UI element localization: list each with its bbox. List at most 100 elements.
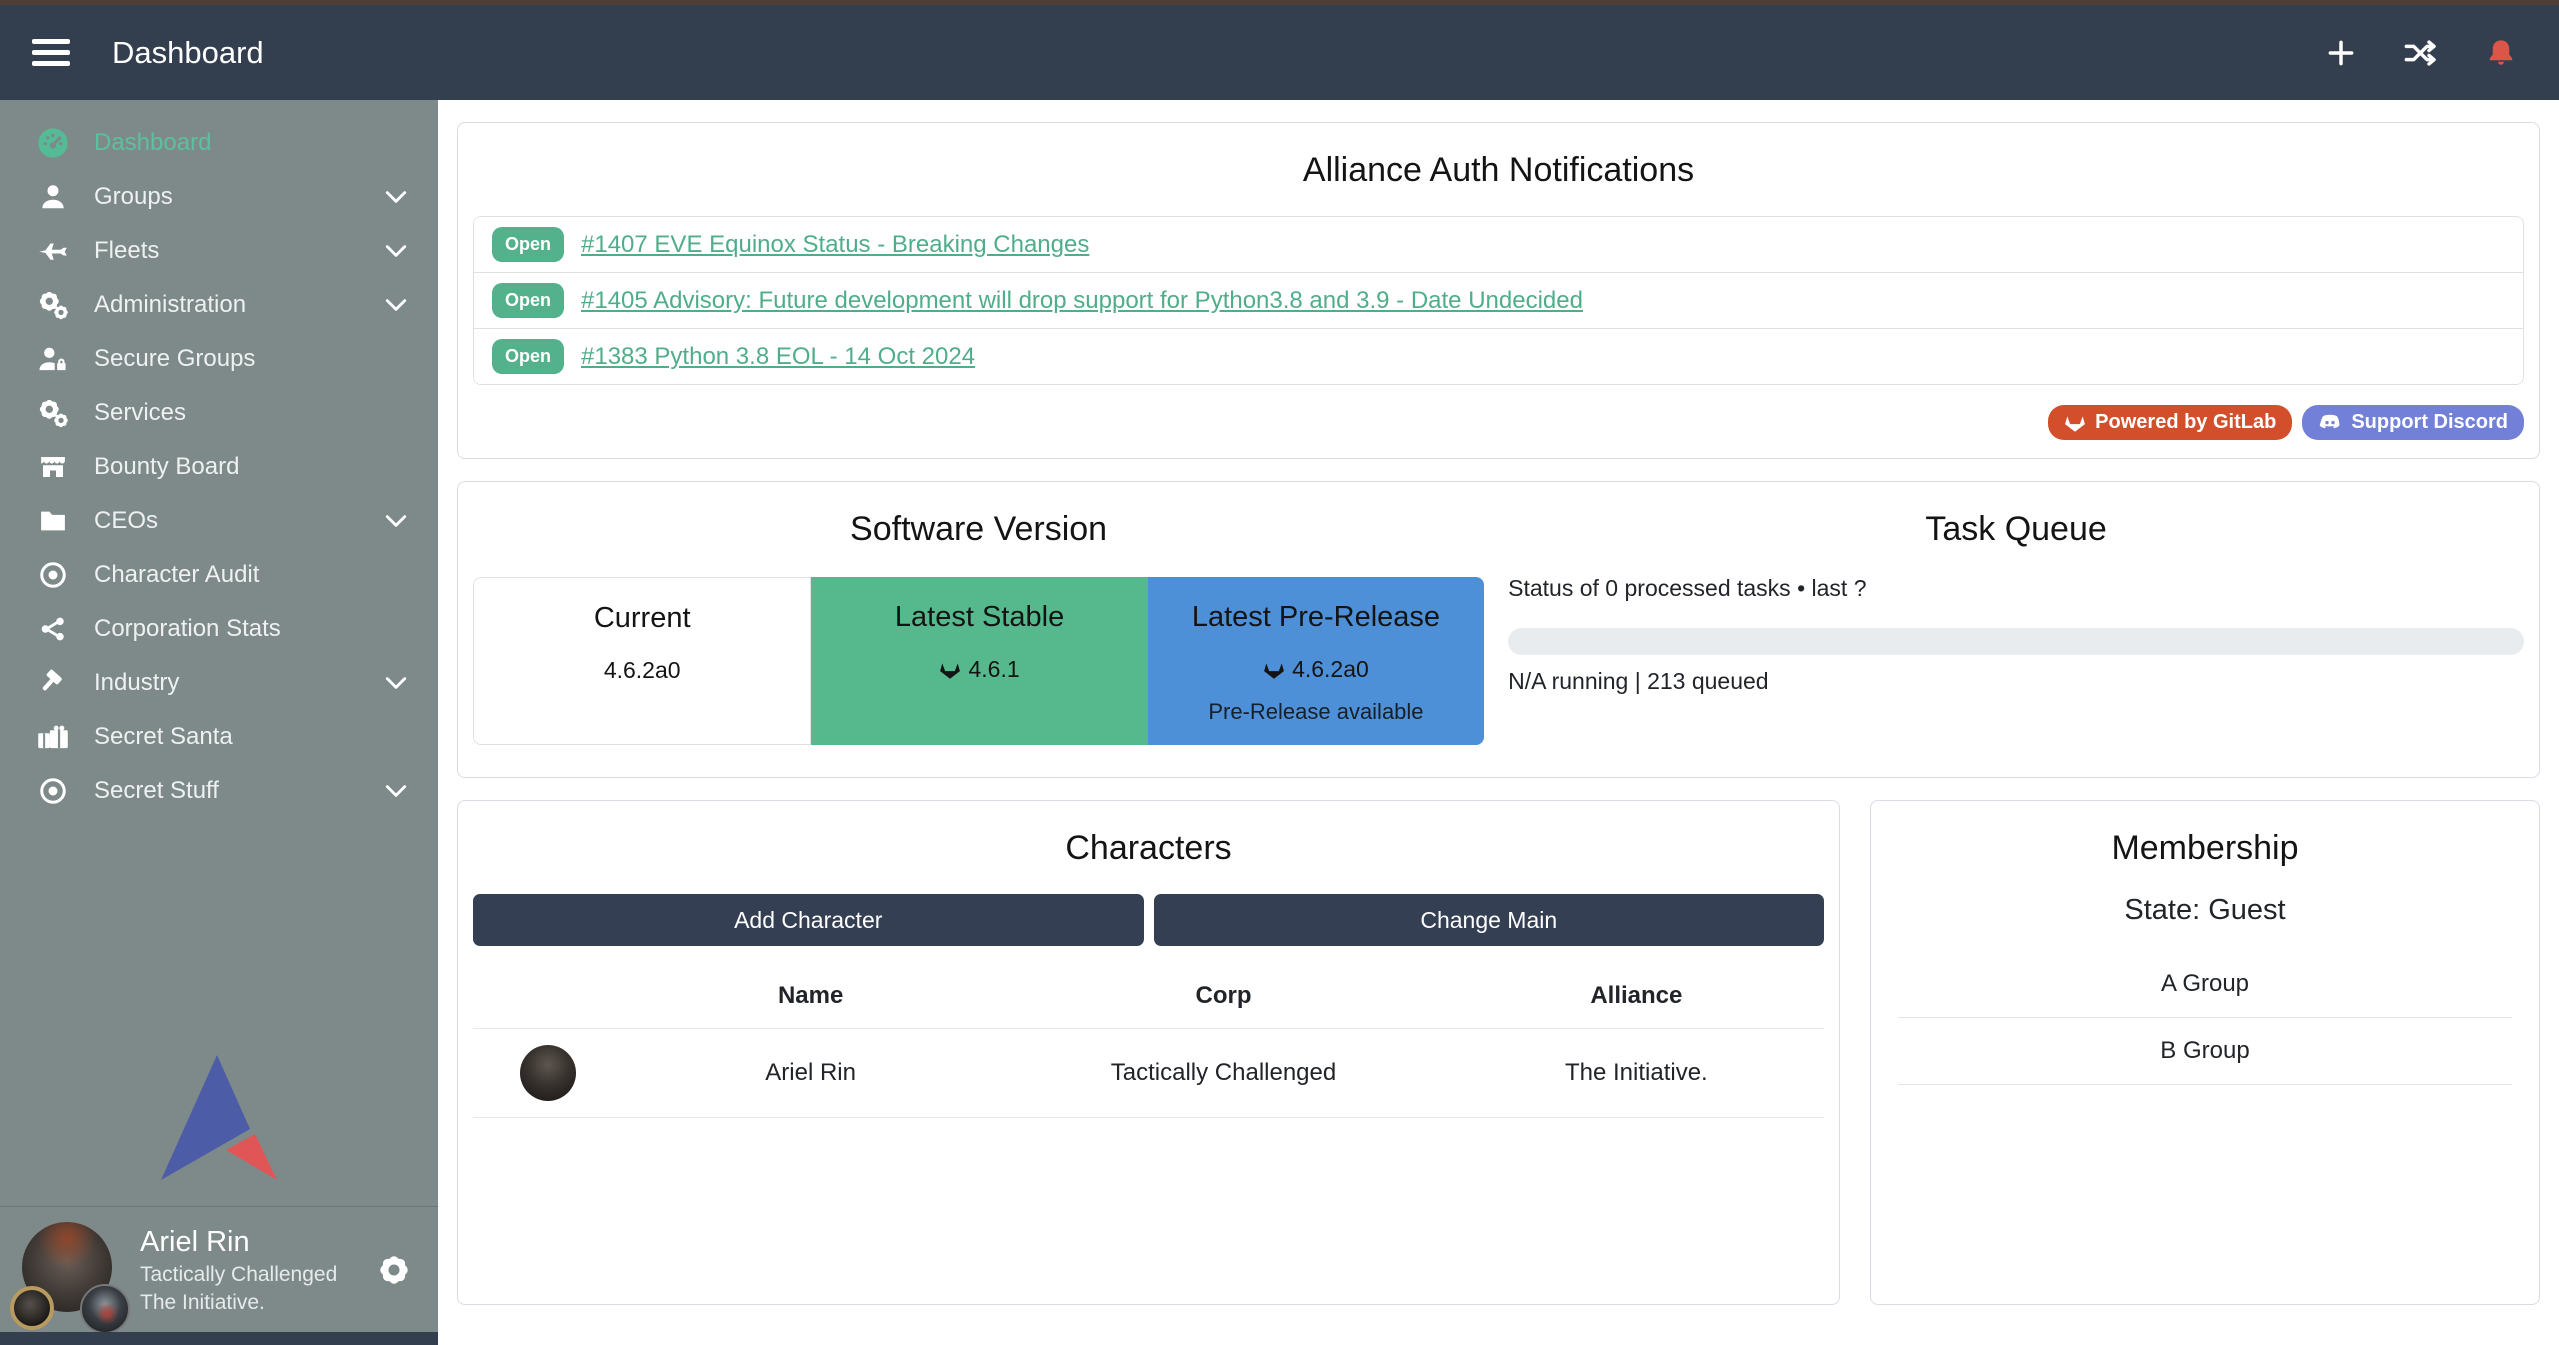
- notifications-bell-icon[interactable]: [2485, 37, 2517, 69]
- add-plus-icon[interactable]: [2325, 37, 2357, 69]
- chevron-down-icon: [384, 782, 408, 800]
- task-queue-progressbar: [1508, 628, 2524, 655]
- sidebar: Dashboard Groups Fleets: [0, 100, 438, 1345]
- character-corp: Tactically Challenged: [998, 1059, 1448, 1087]
- gitlab-icon: [939, 660, 961, 680]
- version-taskqueue-panel: Software Version Current 4.6.2a0 Latest …: [457, 481, 2540, 778]
- sidebar-item-fleets[interactable]: Fleets: [0, 224, 438, 278]
- main-content: Alliance Auth Notifications Open #1407 E…: [438, 100, 2559, 1345]
- gifts-icon: [30, 722, 76, 752]
- sidebar-item-administration[interactable]: Administration: [0, 278, 438, 332]
- chevron-down-icon: [384, 512, 408, 530]
- sidebar-item-industry[interactable]: Industry: [0, 656, 438, 710]
- sidebar-item-label: Secret Santa: [94, 723, 233, 751]
- support-discord-badge[interactable]: Support Discord: [2302, 405, 2524, 440]
- user-corp: Tactically Challenged: [140, 1261, 337, 1289]
- eye-icon: [30, 560, 76, 590]
- menu-hamburger-icon[interactable]: [32, 33, 70, 72]
- gitlab-icon: [1263, 660, 1285, 680]
- sidebar-item-bounty-board[interactable]: Bounty Board: [0, 440, 438, 494]
- col-header-name: Name: [623, 982, 998, 1010]
- sidebar-item-label: Bounty Board: [94, 453, 239, 481]
- sidebar-item-character-audit[interactable]: Character Audit: [0, 548, 438, 602]
- sidebar-item-label: Industry: [94, 669, 179, 697]
- software-version-title: Software Version: [473, 510, 1484, 549]
- sidebar-item-label: Administration: [94, 291, 246, 319]
- task-queue-section: Task Queue Status of 0 processed tasks •…: [1484, 510, 2524, 745]
- shuffle-icon[interactable]: [2403, 37, 2439, 69]
- user-panel: Ariel Rin Tactically Challenged The Init…: [0, 1207, 438, 1332]
- version-cell-latest-prerelease: Latest Pre-Release 4.6.2a0 Pre-Release a…: [1148, 577, 1484, 745]
- version-cell-latest-stable: Latest Stable 4.6.1: [811, 577, 1147, 745]
- settings-gear-icon[interactable]: [376, 1252, 412, 1288]
- sidebar-item-services[interactable]: Services: [0, 386, 438, 440]
- notification-row: Open #1407 EVE Equinox Status - Breaking…: [474, 217, 2523, 272]
- user-icon: [30, 182, 76, 212]
- sidebar-item-label: CEOs: [94, 507, 158, 535]
- character-name: Ariel Rin: [623, 1059, 998, 1087]
- task-queue-title: Task Queue: [1508, 510, 2524, 549]
- characters-title: Characters: [473, 829, 1824, 868]
- sidebar-item-ceos[interactable]: CEOs: [0, 494, 438, 548]
- characters-table: Name Corp Alliance Ariel Rin Tactically …: [473, 968, 1824, 1118]
- gears-icon: [30, 397, 76, 429]
- character-alliance: The Initiative.: [1449, 1059, 1824, 1087]
- sidebar-item-dashboard[interactable]: Dashboard: [0, 116, 438, 170]
- characters-panel: Characters Add Character Change Main Nam…: [457, 800, 1840, 1305]
- notifications-list: Open #1407 EVE Equinox Status - Breaking…: [473, 216, 2524, 385]
- sidebar-item-label: Fleets: [94, 237, 159, 265]
- col-header-corp: Corp: [998, 982, 1448, 1010]
- sidebar-item-label: Secure Groups: [94, 345, 255, 373]
- membership-panel: Membership State: Guest A Group B Group: [1870, 800, 2540, 1305]
- sidebar-bottom-strip: [0, 1332, 438, 1345]
- sidebar-item-label: Corporation Stats: [94, 615, 281, 643]
- sidebar-item-secret-santa[interactable]: Secret Santa: [0, 710, 438, 764]
- alliance-auth-logo: [159, 1053, 279, 1183]
- discord-icon: [2318, 413, 2342, 433]
- user-alliance: The Initiative.: [140, 1289, 337, 1317]
- chevron-down-icon: [384, 296, 408, 314]
- sidebar-item-label: Groups: [94, 183, 173, 211]
- status-badge: Open: [492, 227, 564, 262]
- col-header-alliance: Alliance: [1449, 982, 1824, 1010]
- powered-by-gitlab-badge[interactable]: Powered by GitLab: [2048, 405, 2292, 440]
- sidebar-item-groups[interactable]: Groups: [0, 170, 438, 224]
- chevron-down-icon: [384, 674, 408, 692]
- sidebar-item-label: Character Audit: [94, 561, 259, 589]
- notification-link[interactable]: #1407 EVE Equinox Status - Breaking Chan…: [581, 231, 1089, 259]
- gears-icon: [30, 289, 76, 321]
- membership-state: State: Guest: [1886, 894, 2524, 927]
- list-item: B Group: [1898, 1018, 2512, 1085]
- prerelease-note: Pre-Release available: [1148, 699, 1484, 725]
- chevron-down-icon: [384, 188, 408, 206]
- corp-logo-badge: [10, 1286, 54, 1330]
- store-icon: [30, 452, 76, 482]
- notification-row: Open #1383 Python 3.8 EOL - 14 Oct 2024: [474, 328, 2523, 384]
- add-character-button[interactable]: Add Character: [473, 894, 1144, 946]
- character-avatar: [520, 1045, 576, 1101]
- notifications-title: Alliance Auth Notifications: [473, 151, 2524, 190]
- share-icon: [30, 615, 76, 643]
- notification-link[interactable]: #1405 Advisory: Future development will …: [581, 287, 1583, 315]
- status-badge: Open: [492, 283, 564, 318]
- status-badge: Open: [492, 339, 564, 374]
- chevron-down-icon: [384, 242, 408, 260]
- sidebar-item-secure-groups[interactable]: Secure Groups: [0, 332, 438, 386]
- notification-link[interactable]: #1383 Python 3.8 EOL - 14 Oct 2024: [581, 343, 975, 371]
- notification-row: Open #1405 Advisory: Future development …: [474, 272, 2523, 328]
- change-main-button[interactable]: Change Main: [1154, 894, 1825, 946]
- table-row: Ariel Rin Tactically Challenged The Init…: [473, 1028, 1824, 1118]
- task-queue-counts: N/A running | 213 queued: [1508, 668, 2524, 695]
- gauge-icon: [30, 127, 76, 159]
- user-lock-icon: [30, 344, 76, 374]
- gitlab-icon: [2064, 413, 2086, 433]
- eye-icon: [30, 776, 76, 806]
- folder-icon: [30, 506, 76, 536]
- task-queue-status: Status of 0 processed tasks • last ?: [1508, 575, 2524, 602]
- sidebar-item-label: Dashboard: [94, 129, 211, 157]
- sidebar-item-corporation-stats[interactable]: Corporation Stats: [0, 602, 438, 656]
- sidebar-item-secret-stuff[interactable]: Secret Stuff: [0, 764, 438, 818]
- version-cell-current: Current 4.6.2a0: [473, 577, 811, 745]
- notifications-panel: Alliance Auth Notifications Open #1407 E…: [457, 122, 2540, 459]
- membership-title: Membership: [1886, 829, 2524, 868]
